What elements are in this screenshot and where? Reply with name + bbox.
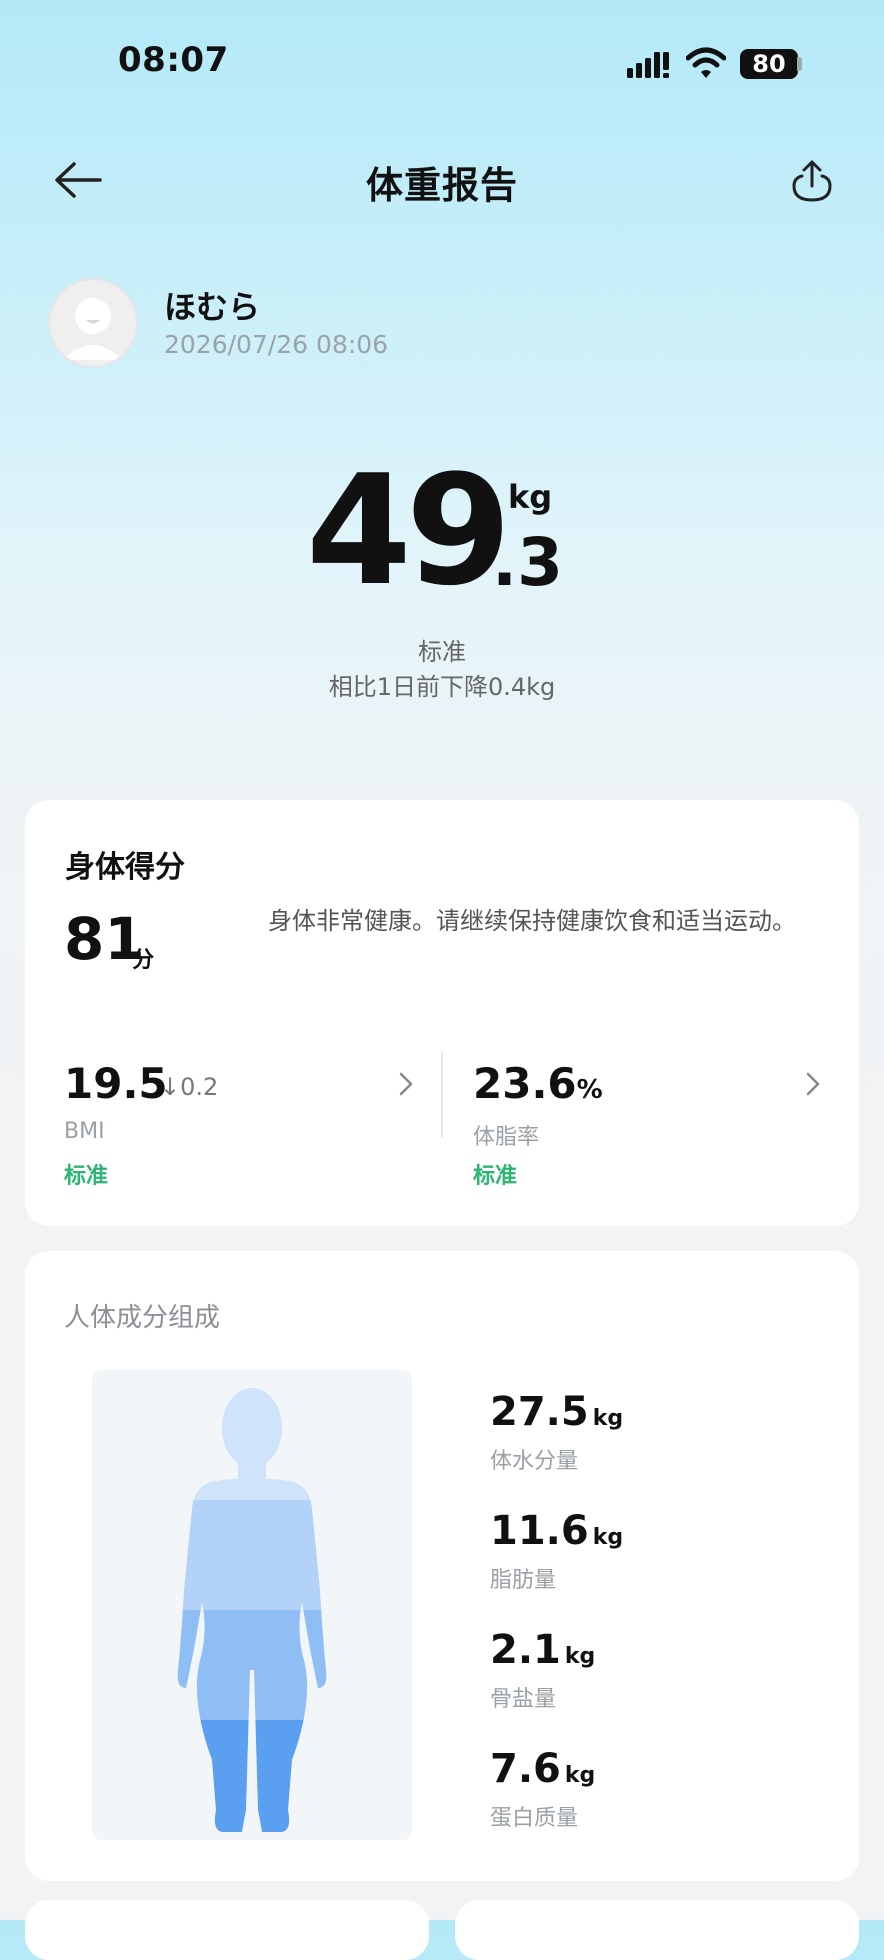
weight-decimal: .3 [492, 524, 563, 601]
wifi-icon [686, 47, 726, 78]
score-description: 身体非常健康。请继续保持健康饮食和适当运动。 [268, 907, 796, 935]
body-fat-label: 体脂率 [473, 1125, 540, 1150]
fat-mass-value: 11.6 [490, 1508, 589, 1554]
measure-datetime: 2026/07/26 08:06 [164, 330, 389, 359]
composition-value-water: 27.5 kg [490, 1392, 623, 1432]
composition-label-bone: 骨盐量 [490, 1687, 557, 1712]
score-title: 身体得分 [65, 850, 185, 885]
bone-mineral-unit: kg [564, 1644, 596, 1669]
bmi-value[interactable]: 19.5 [64, 1063, 168, 1105]
bone-mineral-value: 2.1 [490, 1627, 561, 1673]
status-time: 08:07 [118, 40, 229, 80]
body-fat-status: 标准 [473, 1164, 518, 1189]
avatar-face-icon [63, 298, 123, 360]
composition-value-protein: 7.6 kg [490, 1749, 595, 1789]
avatar[interactable] [48, 278, 138, 368]
water-value: 27.5 [490, 1389, 589, 1435]
composition-label-water: 体水分量 [490, 1449, 579, 1474]
next-card-right[interactable] [455, 1900, 859, 1960]
water-unit: kg [592, 1406, 624, 1431]
body-fat-number: 23.6 [473, 1059, 577, 1108]
composition-label-fat: 脂肪量 [490, 1568, 557, 1593]
composition-value-bone: 2.1 kg [490, 1630, 595, 1670]
protein-value: 7.6 [490, 1746, 561, 1792]
fat-mass-unit: kg [592, 1525, 624, 1550]
body-fat-chevron-right-icon[interactable] [804, 1070, 822, 1098]
battery-level: 80 [752, 50, 786, 78]
body-figure-icon [177, 1388, 327, 1832]
body-fat-value[interactable]: 23.6% [473, 1063, 603, 1105]
bmi-label: BMI [64, 1119, 105, 1144]
share-icon[interactable] [790, 158, 834, 204]
weight-status: 标准 [418, 638, 466, 666]
battery-tip [797, 57, 802, 71]
bmi-status: 标准 [64, 1164, 109, 1189]
weight-integer: 49 [306, 442, 512, 619]
body-fat-unit: % [576, 1075, 603, 1105]
bmi-delta: ↓0.2 [160, 1073, 219, 1101]
metric-divider [441, 1052, 443, 1138]
battery-icon: 80 [740, 49, 798, 79]
user-name: ほむら [164, 288, 261, 326]
next-card-left[interactable] [25, 1900, 429, 1960]
protein-unit: kg [564, 1763, 596, 1788]
page-title: 体重报告 [366, 164, 518, 207]
weight-unit: kg [508, 478, 553, 516]
composition-value-fat: 11.6 kg [490, 1511, 623, 1551]
score-unit: 分 [132, 948, 155, 973]
weight-change: 相比1日前下降0.4kg [328, 673, 556, 701]
composition-title: 人体成分组成 [64, 1303, 221, 1333]
composition-label-protein: 蛋白质量 [490, 1806, 579, 1831]
signal-icon [627, 52, 669, 78]
bmi-chevron-right-icon[interactable] [397, 1070, 415, 1098]
